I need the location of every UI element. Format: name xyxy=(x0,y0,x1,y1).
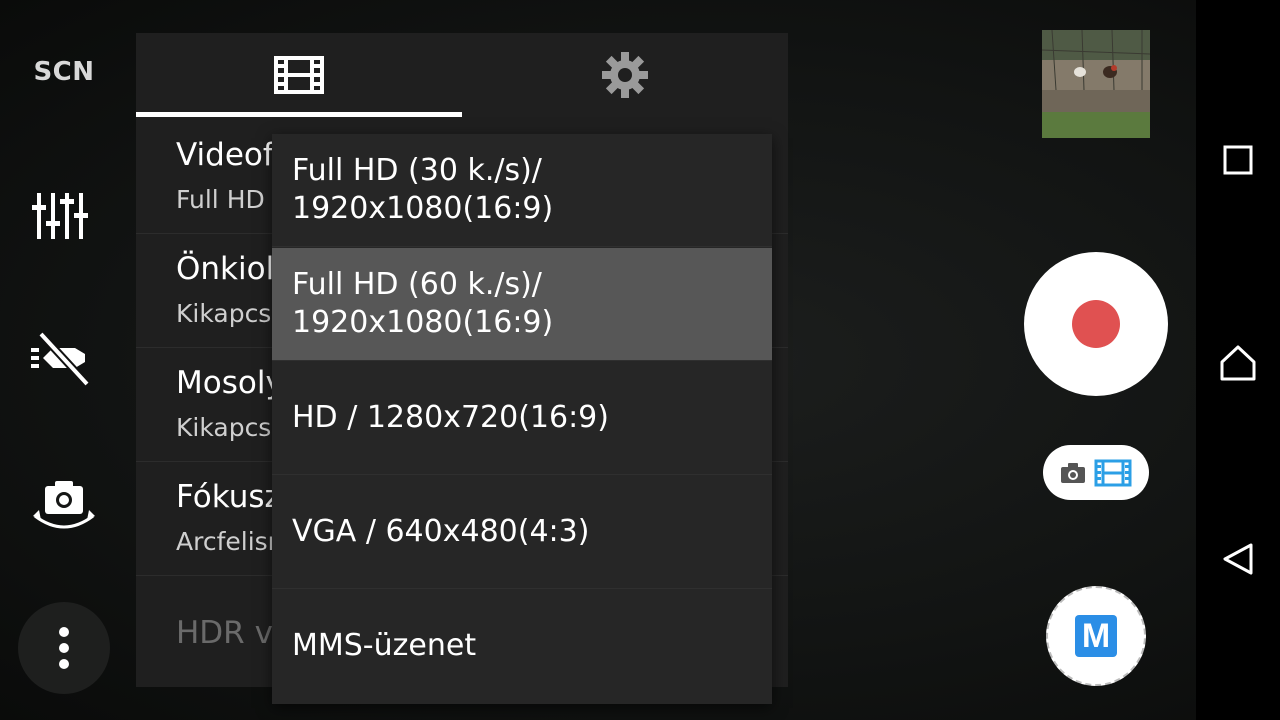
back-button[interactable] xyxy=(1216,537,1260,581)
tab-video-settings[interactable] xyxy=(136,33,462,117)
adjustments-button[interactable] xyxy=(20,180,108,252)
sliders-icon xyxy=(32,193,88,239)
resolution-option[interactable]: HD / 1280x720(16:9) xyxy=(272,362,772,475)
more-vertical-icon xyxy=(59,627,69,669)
settings-tabs xyxy=(136,33,788,117)
last-capture-thumbnail[interactable] xyxy=(1042,30,1150,138)
resolution-option[interactable]: Full HD (30 k./s)/ 1920x1080(16:9) xyxy=(272,134,772,247)
option-label: HD / 1280x720(16:9) xyxy=(292,400,609,435)
resolution-option-selected[interactable]: Full HD (60 k./s)/ 1920x1080(16:9) xyxy=(272,248,772,361)
tab-general-settings[interactable] xyxy=(462,33,788,117)
resolution-option[interactable]: MMS-üzenet xyxy=(272,590,772,702)
switch-camera-icon xyxy=(33,481,95,529)
home-button[interactable] xyxy=(1216,341,1260,385)
option-label: Full HD (30 k./s)/ 1920x1080(16:9) xyxy=(292,153,554,226)
gear-icon xyxy=(602,52,648,98)
camera-mode-icon xyxy=(1061,462,1085,483)
switch-camera-button[interactable] xyxy=(20,470,108,542)
film-icon xyxy=(274,56,324,94)
system-navigation-bar xyxy=(1196,0,1280,720)
scene-mode-button[interactable]: SCN xyxy=(20,36,108,108)
home-icon xyxy=(1220,345,1256,381)
recents-button[interactable] xyxy=(1216,138,1260,182)
manual-mode-icon: M xyxy=(1075,615,1117,657)
video-mode-icon xyxy=(1094,459,1132,486)
record-icon xyxy=(1072,300,1120,348)
scene-mode-label: SCN xyxy=(33,57,95,87)
resolution-dropdown: Full HD (30 k./s)/ 1920x1080(16:9) Full … xyxy=(272,134,772,704)
photo-thumbnail-image xyxy=(1042,30,1150,138)
option-label: VGA / 640x480(4:3) xyxy=(292,514,590,549)
photo-video-mode-switch[interactable] xyxy=(1043,445,1149,500)
manual-mode-button[interactable]: M xyxy=(1046,586,1146,686)
more-options-button[interactable] xyxy=(18,602,110,694)
flash-off-icon xyxy=(31,331,90,387)
option-label: MMS-üzenet xyxy=(292,628,477,663)
option-label: Full HD (60 k./s)/ 1920x1080(16:9) xyxy=(292,267,554,340)
record-button[interactable] xyxy=(1024,252,1168,396)
active-tab-indicator xyxy=(136,112,462,117)
back-icon xyxy=(1223,543,1253,575)
recents-icon xyxy=(1223,145,1253,175)
flash-off-button[interactable] xyxy=(20,322,108,394)
resolution-option[interactable]: VGA / 640x480(4:3) xyxy=(272,476,772,589)
